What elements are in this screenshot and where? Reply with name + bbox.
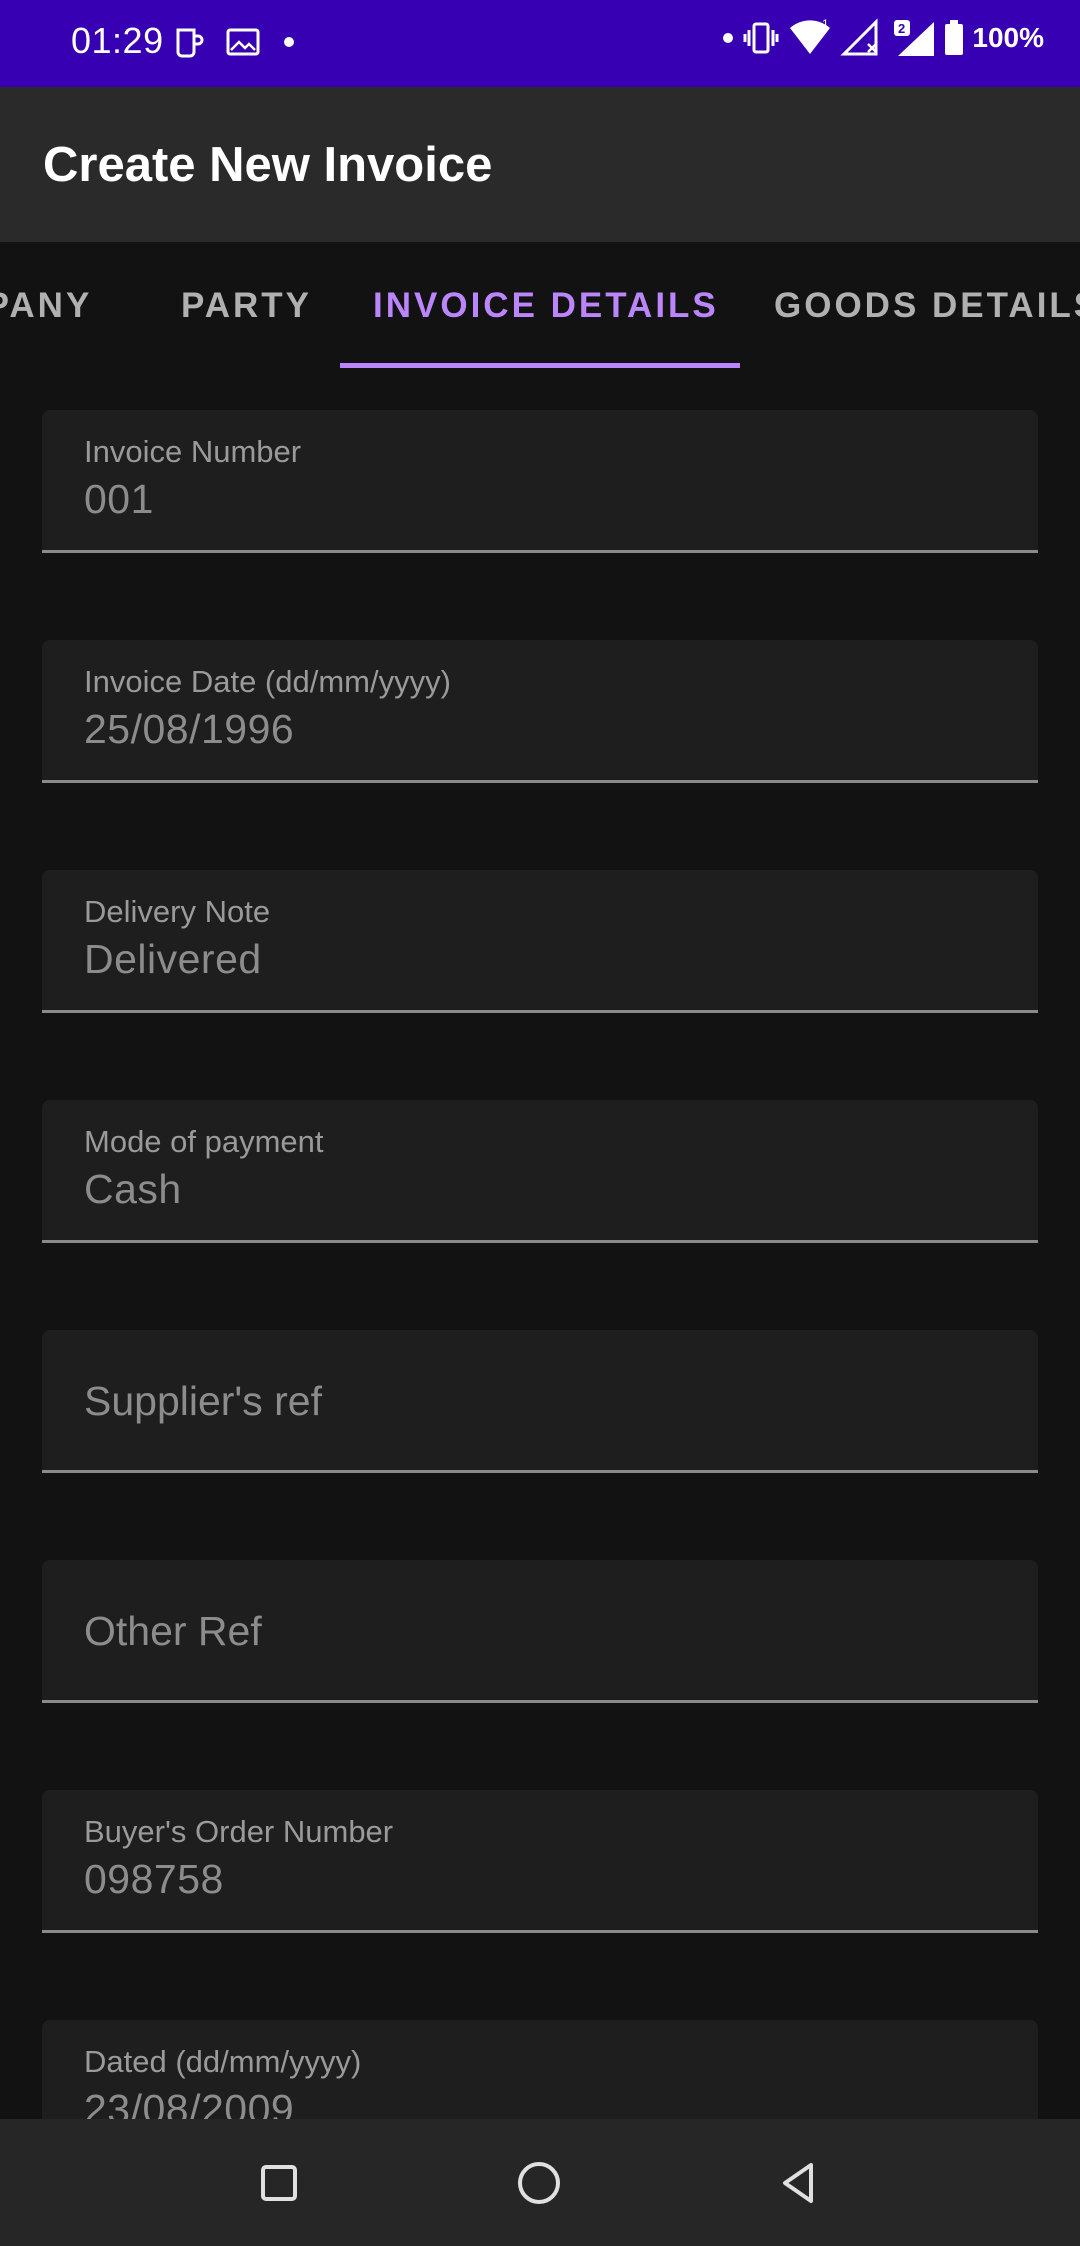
dated-field[interactable]: Dated (dd/mm/yyyy) 23/08/2009 — [42, 2020, 1038, 2119]
system-nav-bar — [0, 2119, 1080, 2246]
dot-icon — [282, 35, 296, 49]
field-placeholder[interactable]: Supplier's ref — [84, 1378, 322, 1425]
field-value[interactable]: 25/08/1996 — [84, 706, 294, 753]
back-icon[interactable] — [775, 2159, 823, 2207]
field-value[interactable]: 23/08/2009 — [84, 2086, 294, 2119]
field-label: Mode of payment — [84, 1124, 324, 1159]
vibrate-icon — [742, 20, 780, 56]
mug-icon — [172, 24, 204, 60]
tab-company[interactable]: COMPANY — [0, 286, 92, 326]
svg-text:1: 1 — [822, 18, 829, 31]
field-value[interactable]: Cash — [84, 1166, 182, 1213]
page-title: Create New Invoice — [43, 138, 493, 192]
app-bar: Create New Invoice — [0, 87, 1080, 242]
field-label: Buyer's Order Number — [84, 1814, 394, 1849]
field-value[interactable]: 098758 — [84, 1856, 224, 1903]
delivery-note-field[interactable]: Delivery Note Delivered — [42, 870, 1038, 1013]
recents-icon[interactable] — [255, 2159, 303, 2207]
field-placeholder[interactable]: Other Ref — [84, 1608, 262, 1655]
signal-icon: 2 — [892, 18, 936, 58]
signal-icon — [840, 18, 884, 58]
field-label: Invoice Date (dd/mm/yyyy) — [84, 664, 451, 699]
field-label: Dated (dd/mm/yyyy) — [84, 2044, 362, 2079]
image-icon — [226, 27, 260, 57]
status-time: 01:29 — [71, 20, 164, 61]
buyers-order-number-field[interactable]: Buyer's Order Number 098758 — [42, 1790, 1038, 1933]
invoice-date-field[interactable]: Invoice Date (dd/mm/yyyy) 25/08/1996 — [42, 640, 1038, 783]
tab-goods-details[interactable]: GOODS DETAILS — [774, 286, 1080, 326]
tab-indicator — [340, 363, 740, 368]
tab-party[interactable]: PARTY — [181, 286, 312, 326]
home-icon[interactable] — [515, 2159, 563, 2207]
field-value[interactable]: Delivered — [84, 936, 262, 983]
mode-of-payment-field[interactable]: Mode of payment Cash — [42, 1100, 1038, 1243]
battery-icon — [944, 20, 964, 56]
svg-text:2: 2 — [898, 21, 905, 36]
status-bar: 01:29 1 2 100% — [0, 0, 1080, 87]
battery-percent: 100% — [972, 22, 1044, 53]
invoice-number-field[interactable]: Invoice Number 001 — [42, 410, 1038, 553]
tab-invoice-details[interactable]: INVOICE DETAILS — [373, 286, 719, 326]
other-ref-field[interactable]: Other Ref — [42, 1560, 1038, 1703]
wifi-icon: 1 — [788, 18, 832, 58]
suppliers-ref-field[interactable]: Supplier's ref — [42, 1330, 1038, 1473]
dot-icon — [722, 32, 734, 44]
invoice-details-form: Invoice Number 001 Invoice Date (dd/mm/y… — [0, 369, 1080, 2119]
tab-bar: COMPANY PARTY INVOICE DETAILS GOODS DETA… — [0, 242, 1080, 369]
field-value[interactable]: 001 — [84, 476, 154, 523]
field-label: Invoice Number — [84, 434, 302, 469]
field-label: Delivery Note — [84, 894, 271, 929]
